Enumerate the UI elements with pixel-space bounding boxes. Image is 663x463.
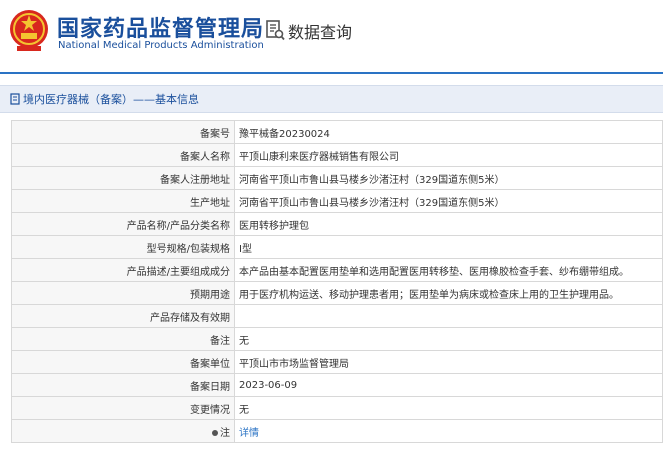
site-title-en: National Medical Products Administration	[58, 40, 264, 51]
table-row: 生产地址 河南省平顶山市鲁山县马楼乡沙渚汪村（329国道东侧5米）	[11, 189, 663, 213]
table-row: 产品描述/主要组成成分 本产品由基本配置医用垫单和选用配置医用转移垫、医用橡胶检…	[11, 258, 663, 282]
site-title-cn: 国家药品监督管理局	[57, 17, 265, 42]
row-label: 产品名称/产品分类名称	[11, 212, 235, 236]
row-value	[234, 304, 663, 328]
row-value: 医用转移护理包	[234, 212, 663, 236]
table-row: 产品名称/产品分类名称 医用转移护理包	[11, 212, 663, 236]
table-row: 注 详情	[11, 419, 663, 443]
table-row: 备案人名称 平顶山康利来医疗器械销售有限公司	[11, 143, 663, 167]
national-emblem-icon	[10, 10, 48, 51]
table-row: 备案日期 2023-06-09	[11, 373, 663, 397]
row-label: 型号规格/包装规格	[11, 235, 235, 259]
row-value: 详情	[234, 419, 663, 443]
note-label-cell: 注	[11, 419, 235, 443]
row-value: 无	[234, 327, 663, 351]
row-value: 本产品由基本配置医用垫单和选用配置医用转移垫、医用橡胶检查手套、纱布绷带组成。	[234, 258, 663, 282]
row-label: 备案号	[11, 120, 235, 144]
row-label: 生产地址	[11, 189, 235, 213]
detail-table: 备案号 豫平械备20230024 备案人名称 平顶山康利来医疗器械销售有限公司 …	[11, 120, 663, 443]
row-value: 豫平械备20230024	[234, 120, 663, 144]
row-label: 产品存储及有效期	[11, 304, 235, 328]
table-row: 备案单位 平顶山市市场监督管理局	[11, 350, 663, 374]
row-label: 备案人注册地址	[11, 166, 235, 190]
bullet-icon	[212, 429, 218, 436]
row-value: 河南省平顶山市鲁山县马楼乡沙渚汪村（329国道东侧5米）	[234, 189, 663, 213]
row-label: 变更情况	[11, 396, 235, 420]
data-query-title: 数据查询	[288, 23, 353, 42]
table-row: 备案号 豫平械备20230024	[11, 120, 663, 144]
row-label: 备案人名称	[11, 143, 235, 167]
row-label: 备案单位	[11, 350, 235, 374]
row-label: 预期用途	[11, 281, 235, 305]
document-search-icon	[266, 20, 285, 41]
row-label: 注	[220, 427, 230, 439]
row-value: 平顶山市市场监督管理局	[234, 350, 663, 374]
table-row: 备注 无	[11, 327, 663, 351]
document-icon	[10, 93, 20, 105]
row-label: 备注	[11, 327, 235, 351]
row-label: 产品描述/主要组成成分	[11, 258, 235, 282]
row-value: 河南省平顶山市鲁山县马楼乡沙渚汪村（329国道东侧5米）	[234, 166, 663, 190]
table-row: 产品存储及有效期	[11, 304, 663, 328]
section-header: 境内医疗器械（备案）——基本信息	[0, 85, 663, 113]
row-value: I型	[234, 235, 663, 259]
row-label: 备案日期	[11, 373, 235, 397]
site-header: 国家药品监督管理局 National Medical Products Admi…	[0, 0, 663, 74]
row-value: 用于医疗机构运送、移动护理患者用；医用垫单为病床或检查床上用的卫生护理用品。	[234, 281, 663, 305]
table-row: 预期用途 用于医疗机构运送、移动护理患者用；医用垫单为病床或检查床上用的卫生护理…	[11, 281, 663, 305]
details-link[interactable]: 详情	[239, 428, 259, 439]
row-value: 平顶山康利来医疗器械销售有限公司	[234, 143, 663, 167]
table-row: 型号规格/包装规格 I型	[11, 235, 663, 259]
row-value: 无	[234, 396, 663, 420]
table-row: 备案人注册地址 河南省平顶山市鲁山县马楼乡沙渚汪村（329国道东侧5米）	[11, 166, 663, 190]
table-row: 变更情况 无	[11, 396, 663, 420]
section-title: 境内医疗器械（备案）——基本信息	[23, 93, 199, 106]
row-value: 2023-06-09	[234, 373, 663, 397]
